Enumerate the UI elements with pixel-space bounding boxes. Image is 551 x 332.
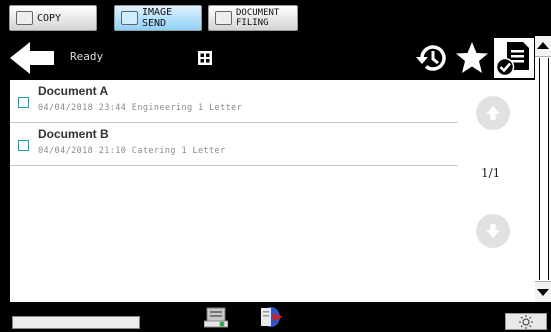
scrollbar[interactable]	[535, 36, 551, 302]
brightness-button[interactable]	[505, 313, 547, 330]
arrow-down-icon	[486, 224, 500, 238]
list-item[interactable]: Document A 04/04/2018 23:44 Engineering …	[10, 80, 458, 123]
tab-document-filing[interactable]: DOCUMENT FILING	[208, 5, 298, 31]
history-icon[interactable]	[414, 40, 450, 76]
copy-icon	[16, 11, 33, 25]
document-meta: 04/04/2018 23:44 Engineering 1 Letter	[38, 103, 243, 113]
status-text: Ready	[70, 50, 104, 63]
status-bar	[0, 302, 551, 332]
back-arrow-icon[interactable]	[8, 40, 56, 76]
page-number: 1/1	[481, 166, 501, 180]
grid-view-icon[interactable]	[198, 51, 212, 65]
scroll-down-icon	[537, 289, 549, 296]
page-down-button[interactable]	[476, 214, 510, 248]
tab-image-send[interactable]: IMAGE SEND	[114, 5, 202, 31]
tab-image-send-label: IMAGE SEND	[142, 7, 173, 29]
sun-icon	[519, 314, 533, 329]
document-list-panel: Document A 04/04/2018 23:44 Engineering …	[10, 80, 535, 302]
tab-document-filing-label: DOCUMENT FILING	[236, 8, 279, 28]
document-check-icon[interactable]	[494, 38, 534, 78]
image-send-icon	[121, 11, 138, 25]
tab-document-filing-label-line1: DOCUMENT	[236, 8, 280, 18]
scroll-down-button[interactable]	[535, 281, 551, 302]
star-icon[interactable]	[454, 40, 490, 76]
page-up-button[interactable]	[476, 96, 510, 130]
job-progress-bar	[12, 316, 140, 329]
document-list: Document A 04/04/2018 23:44 Engineering …	[10, 80, 458, 166]
document-title: Document A	[38, 84, 109, 98]
scroll-track[interactable]	[539, 58, 549, 280]
document-title: Document B	[38, 127, 109, 141]
tab-document-filing-label-line2: FILING	[236, 18, 269, 28]
document-meta: 04/04/2018 21:10 Catering 1 Letter	[38, 146, 226, 156]
document-filing-icon	[215, 11, 232, 25]
tab-copy-label: COPY	[37, 12, 62, 24]
select-checkbox[interactable]	[18, 140, 29, 151]
mode-tab-bar: COPY IMAGE SEND DOCUMENT FILING	[0, 0, 551, 36]
header-bar: Ready	[0, 36, 551, 80]
job-status-icon[interactable]	[204, 306, 228, 328]
send-status-icon[interactable]	[258, 305, 284, 329]
scroll-up-button[interactable]	[535, 36, 551, 57]
tab-copy[interactable]: COPY	[9, 5, 97, 31]
scroll-up-icon	[537, 42, 549, 49]
list-item[interactable]: Document B 04/04/2018 21:10 Catering 1 L…	[10, 123, 458, 166]
select-checkbox[interactable]	[18, 97, 29, 108]
arrow-up-icon	[486, 106, 500, 120]
